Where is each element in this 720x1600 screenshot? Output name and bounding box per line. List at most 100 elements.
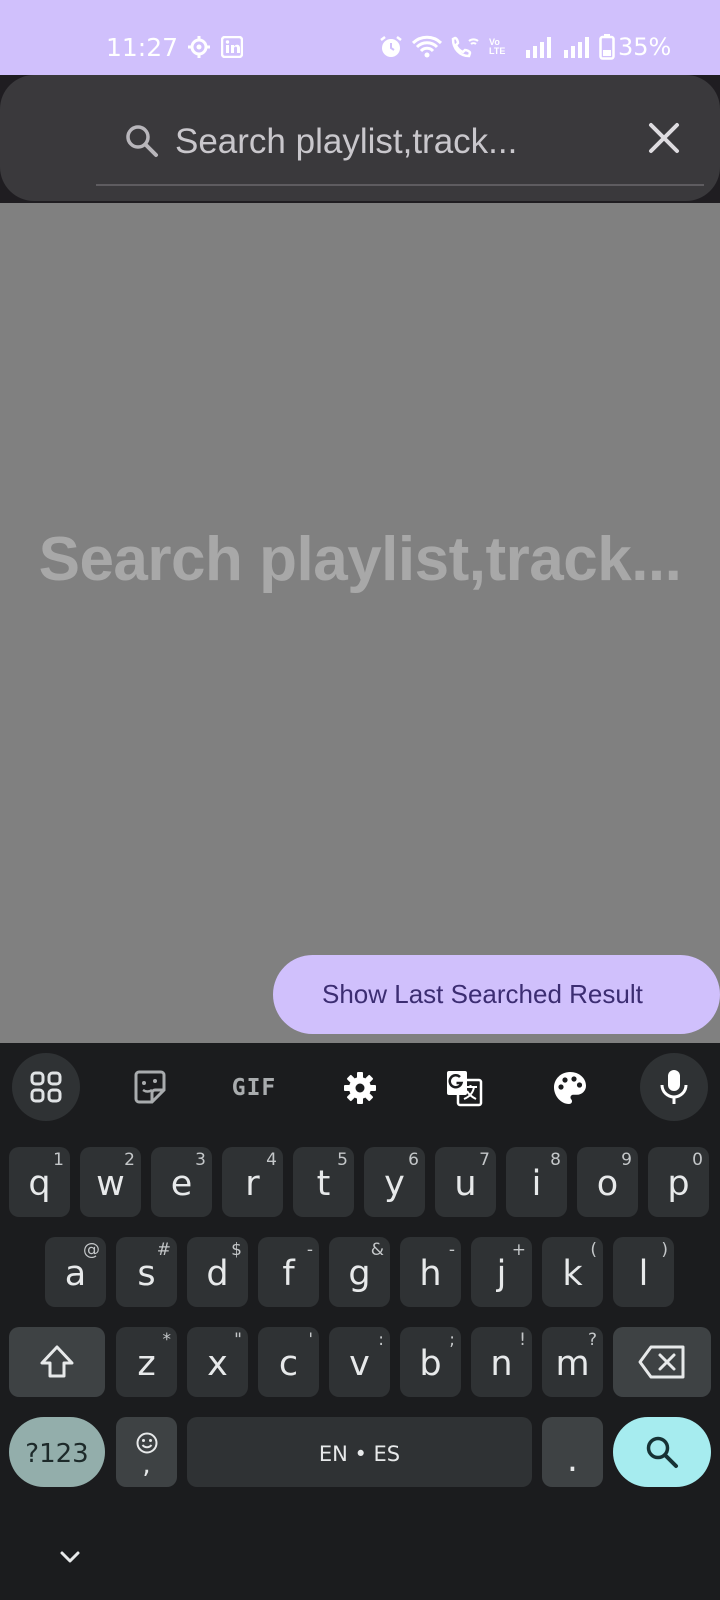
search-key[interactable]	[613, 1417, 711, 1487]
key-z[interactable]: z *	[116, 1327, 177, 1397]
key-hint: )	[661, 1240, 668, 1260]
keyboard	[0, 1043, 720, 1600]
gif-label: GIF	[231, 1075, 277, 1101]
key-g[interactable]: g &	[329, 1237, 390, 1307]
comma-label: ,	[142, 1450, 151, 1480]
key-y[interactable]: y6	[364, 1147, 425, 1217]
key-s[interactable]: s #	[116, 1237, 177, 1307]
key-hint: 7	[479, 1150, 490, 1170]
chevron-down-icon[interactable]	[56, 1543, 84, 1571]
key-r[interactable]: r4	[222, 1147, 283, 1217]
key-d[interactable]: d $	[187, 1237, 248, 1307]
emoji-comma-key[interactable]: ,	[116, 1417, 177, 1487]
translate-icon[interactable]	[440, 1066, 488, 1110]
key-i[interactable]: i8	[506, 1147, 567, 1217]
key-hint: !	[519, 1330, 526, 1350]
key-hint: (	[590, 1240, 597, 1260]
key-l[interactable]: l)	[613, 1237, 674, 1307]
key-t[interactable]: t5	[293, 1147, 354, 1217]
key-b[interactable]: b;	[400, 1327, 461, 1397]
key-h[interactable]: h-	[400, 1237, 461, 1307]
space-key[interactable]: EN • ES	[187, 1417, 532, 1487]
search-underline	[96, 184, 704, 186]
status-time: 11:27	[106, 33, 179, 62]
key-hint: @	[83, 1240, 100, 1260]
key-u[interactable]: u7	[435, 1147, 496, 1217]
battery-level: 35%	[618, 33, 672, 61]
symbols-key[interactable]: ?123	[9, 1417, 105, 1487]
key-hint: &	[370, 1240, 384, 1260]
search-input[interactable]	[175, 118, 615, 166]
key-hint: 0	[692, 1150, 703, 1170]
backspace-key[interactable]	[613, 1327, 711, 1397]
key-label: t	[316, 1164, 331, 1204]
key-label: r	[245, 1164, 260, 1204]
key-q[interactable]: q1	[9, 1147, 70, 1217]
key-hint: $	[231, 1240, 242, 1260]
key-label: o	[596, 1164, 619, 1204]
signal-icon	[524, 34, 554, 60]
apps-grid-icon[interactable]	[12, 1053, 80, 1121]
key-label: i	[531, 1164, 542, 1204]
key-label: p	[667, 1164, 690, 1204]
key-label: d	[206, 1254, 229, 1294]
status-bar: 11:27 Vo LTE 35%	[0, 0, 720, 75]
key-label: k	[562, 1254, 583, 1294]
show-last-searched-button[interactable]: Show Last Searched Result	[273, 955, 720, 1034]
key-n[interactable]: n!	[471, 1327, 532, 1397]
key-hint: #	[156, 1240, 171, 1260]
key-label: z	[137, 1344, 156, 1384]
key-f[interactable]: f-	[258, 1237, 319, 1307]
key-label: q	[28, 1164, 51, 1204]
signal-icon	[562, 34, 592, 60]
settings-icon[interactable]	[336, 1068, 384, 1108]
sticker-icon[interactable]	[126, 1068, 174, 1108]
key-hint: ;	[449, 1330, 455, 1350]
battery-icon	[598, 34, 616, 60]
shift-icon	[40, 1345, 74, 1378]
key-label: v	[349, 1344, 370, 1384]
key-j[interactable]: j +	[471, 1237, 532, 1307]
linkedin-icon	[220, 34, 244, 60]
key-label: c	[278, 1344, 299, 1384]
key-p[interactable]: p0	[648, 1147, 709, 1217]
key-hint: "	[234, 1330, 242, 1350]
key-v[interactable]: v:	[329, 1327, 390, 1397]
key-hint: 4	[266, 1150, 277, 1170]
key-o[interactable]: o9	[577, 1147, 638, 1217]
key-label: h	[419, 1254, 442, 1294]
key-x[interactable]: x "	[187, 1327, 248, 1397]
key-e[interactable]: e3	[151, 1147, 212, 1217]
key-hint: 9	[621, 1150, 632, 1170]
key-label: s	[137, 1254, 156, 1294]
palette-icon[interactable]	[546, 1068, 594, 1108]
volte-icon: Vo LTE	[489, 37, 506, 56]
key-hint: :	[378, 1330, 384, 1350]
symbols-label: ?123	[25, 1439, 89, 1469]
key-hint: -	[306, 1240, 313, 1260]
shift-key[interactable]	[9, 1327, 105, 1397]
period-label: .	[566, 1440, 579, 1480]
close-icon[interactable]	[647, 121, 681, 155]
gif-icon[interactable]: GIF	[226, 1068, 282, 1108]
period-key[interactable]: .	[542, 1417, 603, 1487]
results-area	[0, 203, 720, 1043]
key-a[interactable]: a @	[45, 1237, 106, 1307]
key-hint: -	[448, 1240, 455, 1260]
key-hint: 3	[195, 1150, 206, 1170]
key-hint: 2	[124, 1150, 135, 1170]
key-c[interactable]: c '	[258, 1327, 319, 1397]
wifi-call-icon	[450, 34, 482, 60]
key-label: f	[282, 1254, 295, 1294]
key-m[interactable]: m?	[542, 1327, 603, 1397]
key-label: b	[419, 1344, 442, 1384]
key-k[interactable]: k(	[542, 1237, 603, 1307]
key-hint: 5	[337, 1150, 348, 1170]
key-hint: 1	[53, 1150, 64, 1170]
microphone-icon[interactable]	[640, 1053, 708, 1121]
key-w[interactable]: w2	[80, 1147, 141, 1217]
key-hint: '	[308, 1330, 313, 1350]
key-label: u	[454, 1164, 477, 1204]
key-label: a	[64, 1254, 87, 1294]
key-label: n	[490, 1344, 513, 1384]
